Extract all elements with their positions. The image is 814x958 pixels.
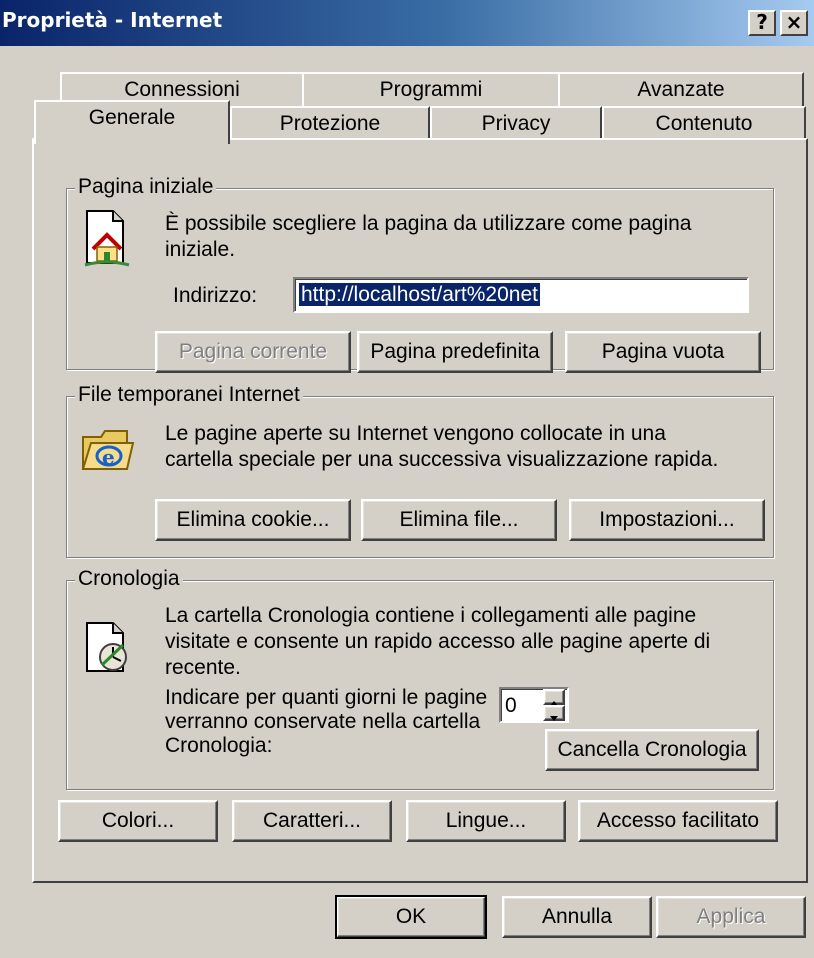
- home-page-icon: [84, 210, 130, 267]
- history-legend: Cronologia: [75, 567, 183, 591]
- ie-folder-icon: e: [81, 430, 135, 470]
- svg-text:e: e: [102, 445, 115, 469]
- tab-avanzate[interactable]: Avanzate: [558, 72, 804, 108]
- tab-contenuto[interactable]: Contenuto: [602, 106, 806, 142]
- days-value: 0: [505, 694, 517, 717]
- tab-generale[interactable]: Generale: [34, 100, 230, 144]
- tab-programmi[interactable]: Programmi: [302, 72, 560, 108]
- languages-button[interactable]: Lingue...: [406, 800, 566, 842]
- ok-button[interactable]: OK: [335, 895, 487, 939]
- history-desc-line3: recente.: [165, 656, 241, 679]
- days-label-line2: verranno conservate nella cartella: [165, 710, 481, 733]
- temp-files-group: File temporanei Internet e Le pagine ape…: [66, 383, 774, 558]
- colors-button[interactable]: Colori...: [58, 800, 218, 842]
- home-page-group: Pagina iniziale È possibile scegliere la…: [66, 175, 774, 373]
- days-label-line3: Cronologia:: [165, 734, 273, 757]
- temp-settings-button[interactable]: Impostazioni...: [569, 499, 765, 541]
- tab-protezione[interactable]: Protezione: [230, 106, 430, 142]
- history-desc-line1: La cartella Cronologia contiene i colleg…: [165, 604, 697, 627]
- days-stepper[interactable]: 0: [499, 687, 569, 723]
- address-label: Indirizzo:: [173, 284, 258, 307]
- home-desc-line2: iniziale.: [165, 238, 236, 261]
- blank-page-button[interactable]: Pagina vuota: [565, 331, 761, 373]
- history-icon: [86, 622, 127, 672]
- tab-panel-generale: Pagina iniziale È possibile scegliere la…: [32, 138, 808, 883]
- history-group: Cronologia La cartella Cronologia contie…: [66, 567, 774, 790]
- history-desc-line2: visitate e consente un rapido accesso al…: [165, 630, 711, 653]
- days-label-line1: Indicare per quanti giorni le pagine: [165, 686, 488, 709]
- tab-privacy[interactable]: Privacy: [430, 106, 602, 142]
- arrow-down-icon: [550, 716, 558, 721]
- apply-button[interactable]: Applica: [656, 896, 806, 938]
- temp-desc-line1: Le pagine aperte su Internet vengono col…: [165, 422, 666, 445]
- home-page-legend: Pagina iniziale: [75, 175, 217, 199]
- help-button[interactable]: ?: [748, 10, 776, 36]
- delete-files-button[interactable]: Elimina file...: [361, 499, 557, 541]
- address-input[interactable]: http://localhost/art%20net: [293, 277, 749, 313]
- clear-history-button[interactable]: Cancella Cronologia: [545, 729, 759, 771]
- window-title: Proprietà - Internet: [2, 8, 223, 32]
- temp-files-legend: File temporanei Internet: [75, 383, 303, 407]
- days-up-button[interactable]: [543, 689, 565, 706]
- address-value: http://localhost/art%20net: [299, 283, 540, 306]
- cancel-button[interactable]: Annulla: [502, 896, 652, 938]
- close-button[interactable]: ×: [780, 10, 808, 36]
- delete-cookies-button[interactable]: Elimina cookie...: [155, 499, 351, 541]
- days-down-button[interactable]: [543, 705, 565, 721]
- accessibility-button[interactable]: Accesso facilitato: [578, 800, 778, 842]
- home-desc-line1: È possibile scegliere la pagina da utili…: [165, 212, 692, 235]
- temp-desc-line2: cartella speciale per una successiva vis…: [165, 448, 719, 471]
- title-bar[interactable]: Proprietà - Internet ? ×: [0, 0, 814, 46]
- default-page-button[interactable]: Pagina predefinita: [357, 331, 553, 373]
- fonts-button[interactable]: Caratteri...: [232, 800, 392, 842]
- current-page-button[interactable]: Pagina corrente: [155, 331, 351, 373]
